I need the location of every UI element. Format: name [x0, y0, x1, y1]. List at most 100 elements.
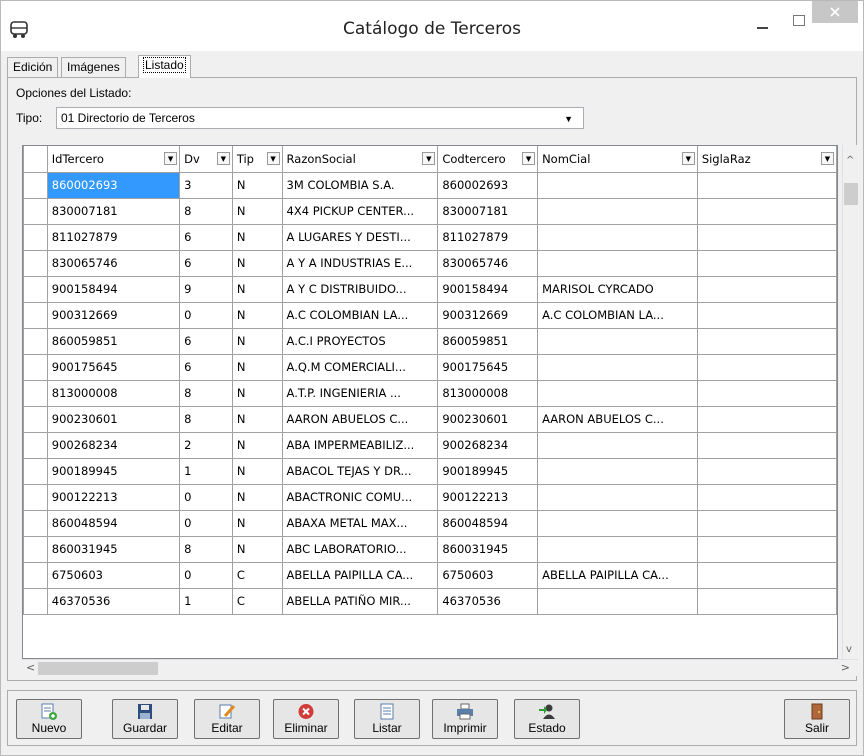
table-row[interactable]: 46370536 1 C ABELLA PATIÑO MIR... 46370536 [23, 587, 837, 615]
table-cell[interactable] [696, 249, 837, 277]
table-cell[interactable]: 811027879 [437, 223, 539, 251]
table-cell[interactable]: AARON ABUELOS C... [281, 405, 439, 433]
horizontal-scroll-thumb[interactable] [38, 662, 158, 675]
table-cell[interactable] [696, 431, 837, 459]
table-cell[interactable]: 860048594 [46, 509, 181, 537]
chevron-down-icon[interactable]: ▼ [216, 152, 230, 165]
table-cell[interactable]: 2 [179, 431, 233, 459]
listar-button[interactable]: Listar [354, 699, 420, 739]
table-cell[interactable] [537, 379, 698, 407]
table-cell[interactable]: 900189945 [46, 457, 181, 485]
table-cell[interactable]: N [231, 327, 283, 355]
table-cell[interactable]: 8 [179, 535, 233, 563]
table-cell[interactable]: 830007181 [46, 197, 181, 225]
table-cell[interactable]: N [231, 301, 283, 329]
table-cell[interactable]: 6 [179, 249, 233, 277]
table-cell[interactable] [537, 457, 698, 485]
chevron-down-icon[interactable]: ▼ [422, 152, 436, 165]
column-header[interactable]: SiglaRaz ▼ [696, 146, 837, 173]
table-cell[interactable]: 8 [179, 197, 233, 225]
table-cell[interactable] [537, 535, 698, 563]
eliminar-button[interactable]: Eliminar [273, 699, 339, 739]
column-header[interactable]: Codtercero ▼ [437, 146, 539, 173]
row-header[interactable] [23, 379, 48, 407]
table-cell[interactable] [696, 561, 837, 589]
table-cell[interactable]: 3 [179, 171, 233, 199]
chevron-down-icon[interactable]: ▼ [681, 152, 695, 165]
table-cell[interactable]: 900312669 [437, 301, 539, 329]
table-cell[interactable] [537, 509, 698, 537]
table-cell[interactable]: N [231, 353, 283, 381]
row-header[interactable] [23, 405, 48, 433]
table-row[interactable]: 900230601 8 N AARON ABUELOS C... 900230601 AA… [23, 405, 837, 433]
tab-listado[interactable]: Listado [138, 55, 191, 78]
table-cell[interactable]: 900175645 [46, 353, 181, 381]
row-header[interactable] [23, 249, 48, 277]
table-cell[interactable]: ABELLA PAIPILLA CA... [281, 561, 439, 589]
table-cell[interactable] [696, 483, 837, 511]
minimize-button[interactable] [749, 13, 777, 35]
table-cell[interactable] [696, 353, 837, 381]
table-row[interactable]: 900175645 6 N A.Q.M COMERCIALI... 900175645 [23, 353, 837, 381]
guardar-button[interactable]: Guardar [112, 699, 178, 739]
table-cell[interactable] [696, 197, 837, 225]
chevron-down-icon[interactable]: ▼ [522, 152, 536, 165]
table-cell[interactable]: A LUGARES Y DESTI... [281, 223, 439, 251]
table-row[interactable]: 811027879 6 N A LUGARES Y DESTI... 811027879 [23, 223, 837, 251]
table-cell[interactable] [696, 457, 837, 485]
table-cell[interactable]: A.C.I PROYECTOS [281, 327, 439, 355]
row-header[interactable] [23, 171, 48, 199]
row-header[interactable] [23, 301, 48, 329]
row-header[interactable] [23, 353, 48, 381]
scroll-left-icon[interactable]: < [26, 661, 35, 674]
table-cell[interactable] [537, 483, 698, 511]
column-header[interactable]: RazonSocial ▼ [281, 146, 439, 173]
imprimir-button[interactable]: Imprimir [432, 699, 498, 739]
table-cell[interactable]: 860059851 [46, 327, 181, 355]
table-cell[interactable]: 860048594 [437, 509, 539, 537]
table-cell[interactable]: 3M COLOMBIA S.A. [281, 171, 439, 199]
chevron-down-icon[interactable]: ▼ [821, 152, 834, 165]
row-header[interactable] [23, 561, 48, 589]
table-cell[interactable]: N [231, 535, 283, 563]
table-cell[interactable]: 6 [179, 223, 233, 251]
table-cell[interactable]: 830007181 [437, 197, 539, 225]
table-cell[interactable] [696, 509, 837, 537]
table-cell[interactable]: ABACOL TEJAS Y DR... [281, 457, 439, 485]
table-cell[interactable]: N [231, 509, 283, 537]
tipo-select[interactable]: 01 Directorio de Terceros ▼ [56, 107, 584, 129]
table-cell[interactable] [537, 171, 698, 199]
row-header[interactable] [23, 587, 48, 615]
table-cell[interactable]: N [231, 431, 283, 459]
table-cell[interactable]: N [231, 249, 283, 277]
table-cell[interactable]: N [231, 275, 283, 303]
table-cell[interactable]: 6 [179, 353, 233, 381]
table-cell[interactable] [696, 301, 837, 329]
table-cell[interactable] [696, 535, 837, 563]
row-header[interactable] [23, 509, 48, 537]
table-cell[interactable]: 900122213 [437, 483, 539, 511]
table-cell[interactable] [537, 223, 698, 251]
tab-edicion[interactable]: Edición [7, 57, 59, 77]
table-cell[interactable] [537, 327, 698, 355]
table-row[interactable]: 860031945 8 N ABC LABORATORIO... 860031945 [23, 535, 837, 563]
table-cell[interactable]: A.T.P. INGENIERIA ... [281, 379, 439, 407]
table-cell[interactable]: ABACTRONIC COMU... [281, 483, 439, 511]
table-cell[interactable]: 811027879 [46, 223, 181, 251]
table-cell[interactable]: ABC LABORATORIO... [281, 535, 439, 563]
chevron-down-icon[interactable]: ▼ [266, 152, 280, 165]
table-cell[interactable]: 900122213 [46, 483, 181, 511]
table-cell[interactable]: 6750603 [437, 561, 539, 589]
row-header[interactable] [23, 197, 48, 225]
table-cell[interactable]: A Y C DISTRIBUIDO... [281, 275, 439, 303]
vertical-scrollbar[interactable]: ^ v [842, 145, 859, 659]
table-cell[interactable]: 830065746 [437, 249, 539, 277]
table-cell[interactable]: N [231, 171, 283, 199]
table-cell[interactable]: A.Q.M COMERCIALI... [281, 353, 439, 381]
table-cell[interactable]: N [231, 405, 283, 433]
table-cell[interactable]: 813000008 [46, 379, 181, 407]
table-row[interactable]: 860048594 0 N ABAXA METAL MAX... 860048594 [23, 509, 837, 537]
data-grid[interactable]: IdTercero ▼ Dv ▼ Tip ▼ RazonSocial ▼ Codtercero ▼… [22, 145, 838, 659]
close-button[interactable] [812, 1, 858, 23]
table-cell[interactable]: 9 [179, 275, 233, 303]
